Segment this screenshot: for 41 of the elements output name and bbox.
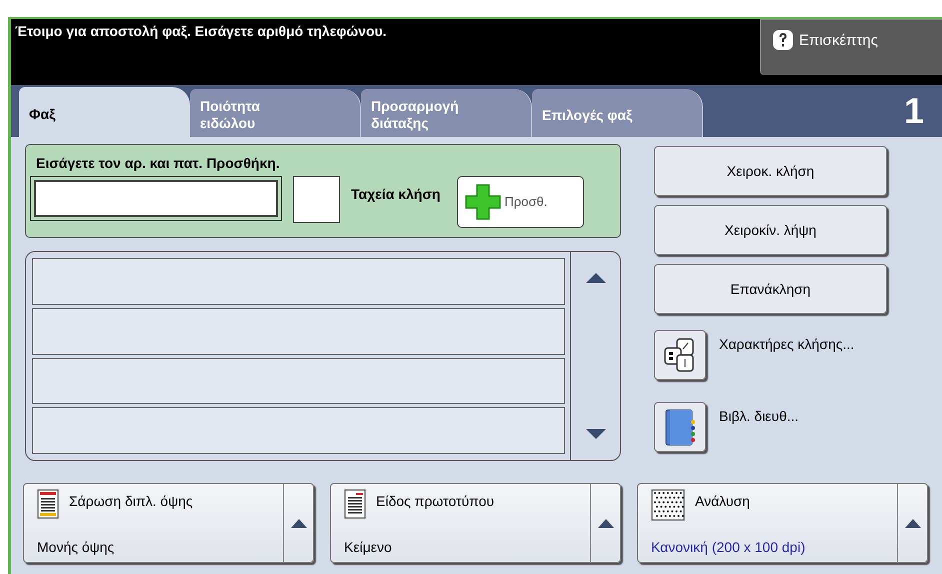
number-field[interactable]	[34, 180, 278, 217]
option-button[interactable]: Είδος πρωτοτύπου Κείμενο	[330, 483, 621, 563]
option-value: Κείμενο	[344, 538, 393, 557]
up-arrow-icon	[584, 272, 606, 284]
keys-icon	[663, 337, 697, 373]
dial-characters-button[interactable]	[654, 330, 706, 380]
option-button[interactable]: Σάρωση διπλ. όψης Μονής όψης	[23, 483, 314, 563]
add-button[interactable]: Προσθ.	[457, 176, 584, 228]
tab[interactable]: Φαξ	[19, 87, 190, 137]
recipient-row[interactable]	[32, 308, 565, 354]
document-icon	[344, 489, 366, 519]
option-title: Είδος πρωτοτύπου	[376, 492, 494, 511]
button-label: Χαρακτήρες κλήσης...	[719, 335, 854, 354]
help-icon	[773, 30, 793, 50]
page-icon	[37, 489, 59, 519]
plus-icon	[464, 183, 502, 221]
address-book-button[interactable]	[654, 402, 706, 452]
recipient-row[interactable]	[32, 258, 565, 305]
option-value: Κανονική (200 x 100 dpi)	[651, 538, 806, 557]
action-button[interactable]: Χειροκ. κλήση	[654, 146, 887, 196]
job-count: 1	[904, 89, 924, 133]
speed-dial-label: Ταχεία κλήση	[351, 185, 440, 204]
up-arrow-icon	[598, 518, 614, 528]
dot-pattern-icon	[651, 489, 685, 521]
up-arrow-icon	[904, 518, 920, 528]
recipient-row[interactable]	[32, 407, 565, 454]
action-button[interactable]: Χειροκίν. λήψη	[654, 205, 887, 255]
book-icon	[663, 407, 697, 447]
option-value: Μονής όψης	[37, 538, 116, 557]
status-message: Έτοιμο για αποστολή φαξ. Εισάγετε αριθμό τηλεφώνου.	[14, 22, 388, 41]
option-title: Σάρωση διπλ. όψης	[69, 492, 193, 511]
guest-button[interactable]: Επισκέπτης	[760, 19, 942, 75]
button-label: Βιβλ. διευθ...	[719, 407, 799, 426]
entry-prompt: Εισάγετε τον αρ. και πατ. Προσθήκη.	[36, 154, 281, 173]
option-button[interactable]: Ανάλυση Κανονική (200 x 100 dpi)	[637, 483, 928, 563]
action-button[interactable]: Επανάκληση	[654, 264, 887, 314]
option-title: Ανάλυση	[695, 492, 750, 511]
speed-dial-field[interactable]	[293, 176, 340, 223]
up-arrow-icon	[290, 518, 306, 528]
recipient-row[interactable]	[32, 358, 565, 404]
down-arrow-icon	[584, 428, 606, 440]
